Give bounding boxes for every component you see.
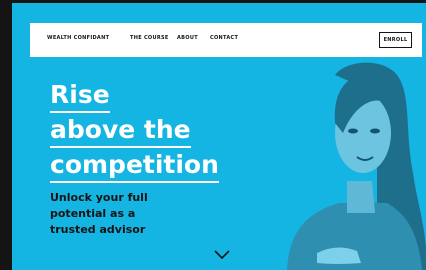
top-nav: WEALTH CONFIDANT THE COURSE ABOUT CONTAC…: [30, 23, 422, 57]
hero-section: WEALTH CONFIDANT THE COURSE ABOUT CONTAC…: [12, 3, 426, 270]
chevron-down-icon[interactable]: [214, 250, 230, 260]
hero-subheadline-line-2: potential as a: [50, 207, 136, 220]
hero-headline-line-2: above the: [50, 116, 191, 148]
brand-logo[interactable]: WEALTH CONFIDANT: [47, 35, 109, 41]
nav-link-about[interactable]: ABOUT: [177, 35, 198, 41]
hero-headline-line-3: competition: [50, 151, 219, 183]
nav-link-contact[interactable]: CONTACT: [210, 35, 238, 41]
enroll-button[interactable]: ENROLL: [379, 32, 412, 48]
nav-link-course[interactable]: THE COURSE: [130, 35, 169, 41]
hero-headline-line-1: Rise: [50, 81, 110, 113]
hero-subheadline-line-3: trusted advisor: [50, 223, 146, 236]
hero-photo: [287, 62, 426, 270]
hero-subheadline-line-1: Unlock your full: [50, 191, 148, 204]
